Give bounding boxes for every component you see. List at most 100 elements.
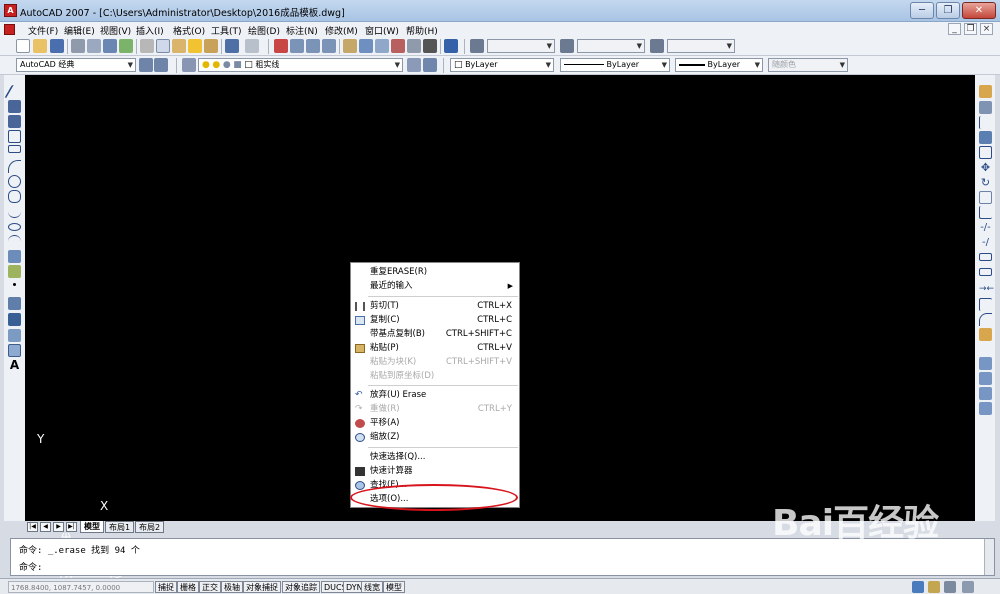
block-editor-icon[interactable] (204, 39, 218, 53)
polygon-icon[interactable] (8, 130, 21, 143)
revision-cloud-icon[interactable] (8, 190, 21, 203)
maximize-button[interactable]: ❐ (936, 2, 960, 19)
mirror-icon[interactable] (979, 116, 992, 129)
menu-modify[interactable]: 修改(M) (325, 24, 358, 37)
redo-icon[interactable] (245, 39, 259, 53)
ellipse-arc-icon[interactable] (8, 235, 21, 248)
color-combo[interactable]: □ ByLayer ▼ (450, 58, 554, 72)
linetype-combo[interactable]: ByLayer ▼ (560, 58, 670, 72)
menu-item-repeat-erase[interactable]: 重复ERASE(R) (351, 265, 519, 279)
document-icon[interactable] (4, 24, 15, 35)
markup-icon[interactable] (407, 39, 421, 53)
design-center-icon[interactable] (359, 39, 373, 53)
layer-manager-icon[interactable] (182, 58, 196, 72)
line-icon[interactable] (4, 85, 25, 98)
move-icon[interactable]: ✥ (979, 161, 992, 174)
otrack-toggle[interactable]: 对象追踪 (282, 581, 320, 593)
zoom-window-icon[interactable] (306, 39, 320, 53)
communication-center-icon[interactable] (912, 581, 924, 593)
coordinate-readout[interactable]: 1768.8400, 1087.7457, 0.0000 (8, 581, 154, 593)
insert-block-icon[interactable] (8, 250, 21, 263)
polyline-icon[interactable] (8, 115, 21, 128)
menu-item-pan[interactable]: 平移(A) (351, 416, 519, 430)
doc-minimize-button[interactable]: _ (948, 23, 961, 35)
hatch-icon[interactable] (8, 297, 21, 310)
doc-close-button[interactable]: × (980, 23, 993, 35)
menu-item-quick-select[interactable]: 快速选择(Q)... (351, 450, 519, 464)
gradient-icon[interactable] (8, 313, 21, 326)
snap-toggle[interactable]: 捕捉 (155, 581, 177, 593)
publish-icon[interactable] (103, 39, 117, 53)
tool-palettes-icon[interactable] (375, 39, 389, 53)
minimize-button[interactable]: ─ (910, 2, 934, 19)
tab-model[interactable]: 模型 (80, 521, 104, 533)
tab-layout1[interactable]: 布局1 (105, 521, 135, 533)
zoom-realtime-icon[interactable] (290, 39, 304, 53)
menu-dimension[interactable]: 标注(N) (286, 24, 318, 37)
menu-file[interactable]: 文件(F) (28, 24, 58, 37)
make-layer-current-icon[interactable] (407, 58, 421, 72)
calculator-icon[interactable] (423, 39, 437, 53)
ellipse-icon[interactable] (8, 223, 21, 231)
sheet-set-icon[interactable] (391, 39, 405, 53)
join-icon[interactable]: →← (979, 283, 994, 296)
tab-prev-button[interactable]: ◀ (40, 522, 51, 532)
tab-next-button[interactable]: ▶ (53, 522, 64, 532)
close-button[interactable]: ✕ (962, 2, 996, 19)
model-toggle[interactable]: 模型 (383, 581, 405, 593)
menu-draw[interactable]: 绘图(D) (248, 24, 280, 37)
tab-first-button[interactable]: |◀ (27, 522, 38, 532)
copy-icon[interactable] (156, 39, 170, 53)
workspace-combo[interactable]: AutoCAD 经典 ▼ (16, 58, 136, 72)
rotate-icon[interactable]: ↻ (979, 176, 992, 189)
menu-edit[interactable]: 编辑(E) (64, 24, 95, 37)
menu-item-zoom[interactable]: 缩放(Z) (351, 430, 519, 444)
table-style-combo[interactable]: ▼ (667, 39, 735, 53)
break-icon[interactable] (979, 253, 992, 261)
break-at-point-icon[interactable] (979, 268, 992, 276)
clean-screen-icon[interactable] (962, 581, 974, 593)
erase-icon[interactable] (979, 85, 992, 98)
menu-item-copy-with-base-point[interactable]: 带基点复制(B) CTRL+SHIFT+C (351, 327, 519, 341)
command-prompt[interactable]: 命令: (19, 560, 42, 573)
copy-object-icon[interactable] (979, 101, 992, 114)
fillet-icon[interactable] (979, 313, 992, 326)
menu-help[interactable]: 帮助(H) (406, 24, 438, 37)
menu-insert[interactable]: 插入(I) (136, 24, 164, 37)
explode-icon[interactable] (979, 328, 992, 341)
undo-icon[interactable] (225, 39, 239, 53)
polar-toggle[interactable]: 极轴 (221, 581, 243, 593)
text-style-combo[interactable]: ▼ (487, 39, 555, 53)
doc-restore-button[interactable]: ❐ (964, 23, 977, 35)
pan-icon[interactable] (274, 39, 288, 53)
lock-toolbar-icon[interactable] (928, 581, 940, 593)
tab-layout2[interactable]: 布局2 (135, 521, 165, 533)
offset-icon[interactable] (979, 131, 992, 144)
menu-item-paste[interactable]: 粘贴(P) CTRL+V (351, 341, 519, 355)
menu-view[interactable]: 视图(V) (100, 24, 131, 37)
text-style-icon[interactable] (470, 39, 484, 53)
new-icon[interactable] (16, 39, 30, 53)
spline-icon[interactable] (8, 205, 21, 218)
grid-toggle[interactable]: 栅格 (177, 581, 199, 593)
dim-style-combo[interactable]: ▼ (577, 39, 645, 53)
open-icon[interactable] (33, 39, 47, 53)
help-icon[interactable] (444, 39, 458, 53)
zoom-previous-icon[interactable] (322, 39, 336, 53)
menu-item-recent-input[interactable]: 最近的输入 ▶ (351, 279, 519, 293)
arc-icon[interactable] (8, 160, 21, 173)
draworder-back-icon[interactable] (979, 372, 992, 385)
draworder-front-icon[interactable] (979, 357, 992, 370)
layer-combo[interactable]: ● ● ● ■ □ 粗实线 ▼ (198, 58, 403, 72)
stretch-icon[interactable] (979, 206, 992, 219)
3d-dwf-icon[interactable] (119, 39, 133, 53)
table-style-icon[interactable] (650, 39, 664, 53)
print-icon[interactable] (71, 39, 85, 53)
menu-item-undo[interactable]: ↶ 放弃(U) Erase (351, 388, 519, 402)
tab-last-button[interactable]: ▶| (66, 522, 77, 532)
menu-tools[interactable]: 工具(T) (211, 24, 242, 37)
menu-item-copy[interactable]: 复制(C) CTRL+C (351, 313, 519, 327)
dim-style-icon[interactable] (560, 39, 574, 53)
circle-icon[interactable] (8, 175, 21, 188)
scale-icon[interactable] (979, 191, 992, 204)
